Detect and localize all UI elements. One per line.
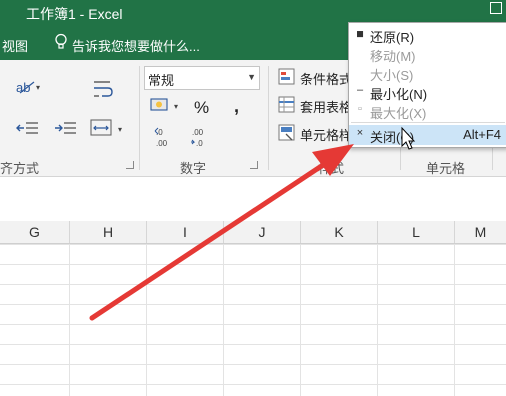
- menu-item-restore[interactable]: ◾ 还原(R): [349, 25, 506, 45]
- comma-style-button[interactable]: ,: [234, 96, 239, 117]
- wrap-text-icon[interactable]: [92, 78, 114, 100]
- svg-text:▾: ▾: [36, 83, 40, 92]
- group-label-styles: 样式: [318, 161, 345, 176]
- svg-text:ab: ab: [16, 80, 30, 95]
- restore-icon: ◾: [355, 28, 365, 40]
- alignment-dialog-launcher[interactable]: [126, 161, 134, 169]
- svg-text:▾: ▾: [118, 125, 122, 134]
- column-headers: G H I J K L M: [0, 221, 506, 244]
- currency-format-icon[interactable]: ▾: [150, 96, 182, 116]
- menu-item-maximize: ▫ 最大化(X): [349, 101, 506, 121]
- menu-separator: [351, 122, 505, 123]
- svg-text:.0: .0: [196, 139, 203, 148]
- merge-center-icon[interactable]: ▾: [90, 118, 126, 138]
- cell-styles-icon[interactable]: [278, 124, 296, 142]
- menu-item-label: 关闭(C): [370, 130, 415, 145]
- menu-item-close[interactable]: × 关闭(C) Alt+F4: [349, 125, 506, 145]
- number-format-value: 常规: [148, 73, 175, 88]
- decrease-indent-icon[interactable]: [16, 120, 40, 138]
- group-label-cells: 单元格: [426, 161, 466, 176]
- menu-item-size: 大小(S): [349, 63, 506, 83]
- format-as-table-icon[interactable]: [278, 96, 296, 114]
- tab-view[interactable]: 视图: [2, 36, 28, 55]
- tell-me-search[interactable]: 告诉我您想要做什么...: [72, 36, 200, 55]
- group-label-alignment: 齐方式: [0, 161, 40, 176]
- decrease-decimal-icon[interactable]: .00 .0: [190, 126, 212, 150]
- lightbulb-icon: [55, 33, 67, 49]
- text-orientation-icon[interactable]: ab ▾: [16, 78, 44, 96]
- menu-item-move: 移动(M): [349, 44, 506, 64]
- worksheet-grid[interactable]: [0, 244, 506, 396]
- menu-item-label: 最大化(X): [370, 106, 427, 121]
- svg-text:▾: ▾: [174, 102, 178, 111]
- cell-styles-button[interactable]: 单元格样: [300, 125, 352, 144]
- group-separator: [268, 66, 269, 170]
- group-label-number: 数字: [180, 161, 207, 176]
- conditional-formatting-button[interactable]: 条件格式: [300, 69, 352, 88]
- column-header-m[interactable]: M: [455, 221, 506, 243]
- column-header-g[interactable]: G: [0, 221, 70, 243]
- svg-text:.00: .00: [156, 139, 168, 148]
- column-header-k[interactable]: K: [301, 221, 378, 243]
- column-header-i[interactable]: I: [147, 221, 224, 243]
- svg-text:.00: .00: [192, 128, 204, 137]
- menu-item-shortcut: Alt+F4: [463, 127, 501, 142]
- minimize-icon: –: [356, 84, 364, 96]
- increase-decimal-icon[interactable]: .0 .00: [154, 126, 176, 150]
- group-separator: [139, 66, 140, 170]
- column-header-j[interactable]: J: [224, 221, 301, 243]
- chevron-down-icon: ▼: [247, 72, 256, 82]
- percent-style-button[interactable]: %: [194, 98, 209, 118]
- column-header-l[interactable]: L: [378, 221, 455, 243]
- conditional-formatting-icon[interactable]: [278, 68, 296, 86]
- menu-item-minimize[interactable]: – 最小化(N): [349, 82, 506, 102]
- column-header-h[interactable]: H: [70, 221, 147, 243]
- window-title: 工作簿1 - Excel: [26, 6, 123, 22]
- maximize-icon: ▫: [358, 103, 362, 115]
- system-menu: ◾ 还原(R) 移动(M) 大小(S) – 最小化(N) ▫ 最大化(X) × …: [348, 22, 506, 148]
- number-format-select[interactable]: 常规 ▼: [144, 66, 260, 90]
- increase-indent-icon[interactable]: [54, 120, 78, 138]
- window-restore-icon[interactable]: [490, 2, 502, 14]
- number-dialog-launcher[interactable]: [250, 161, 258, 169]
- format-as-table-button[interactable]: 套用表格: [300, 97, 352, 116]
- formula-bar-area: [0, 177, 506, 222]
- close-icon: ×: [356, 127, 364, 139]
